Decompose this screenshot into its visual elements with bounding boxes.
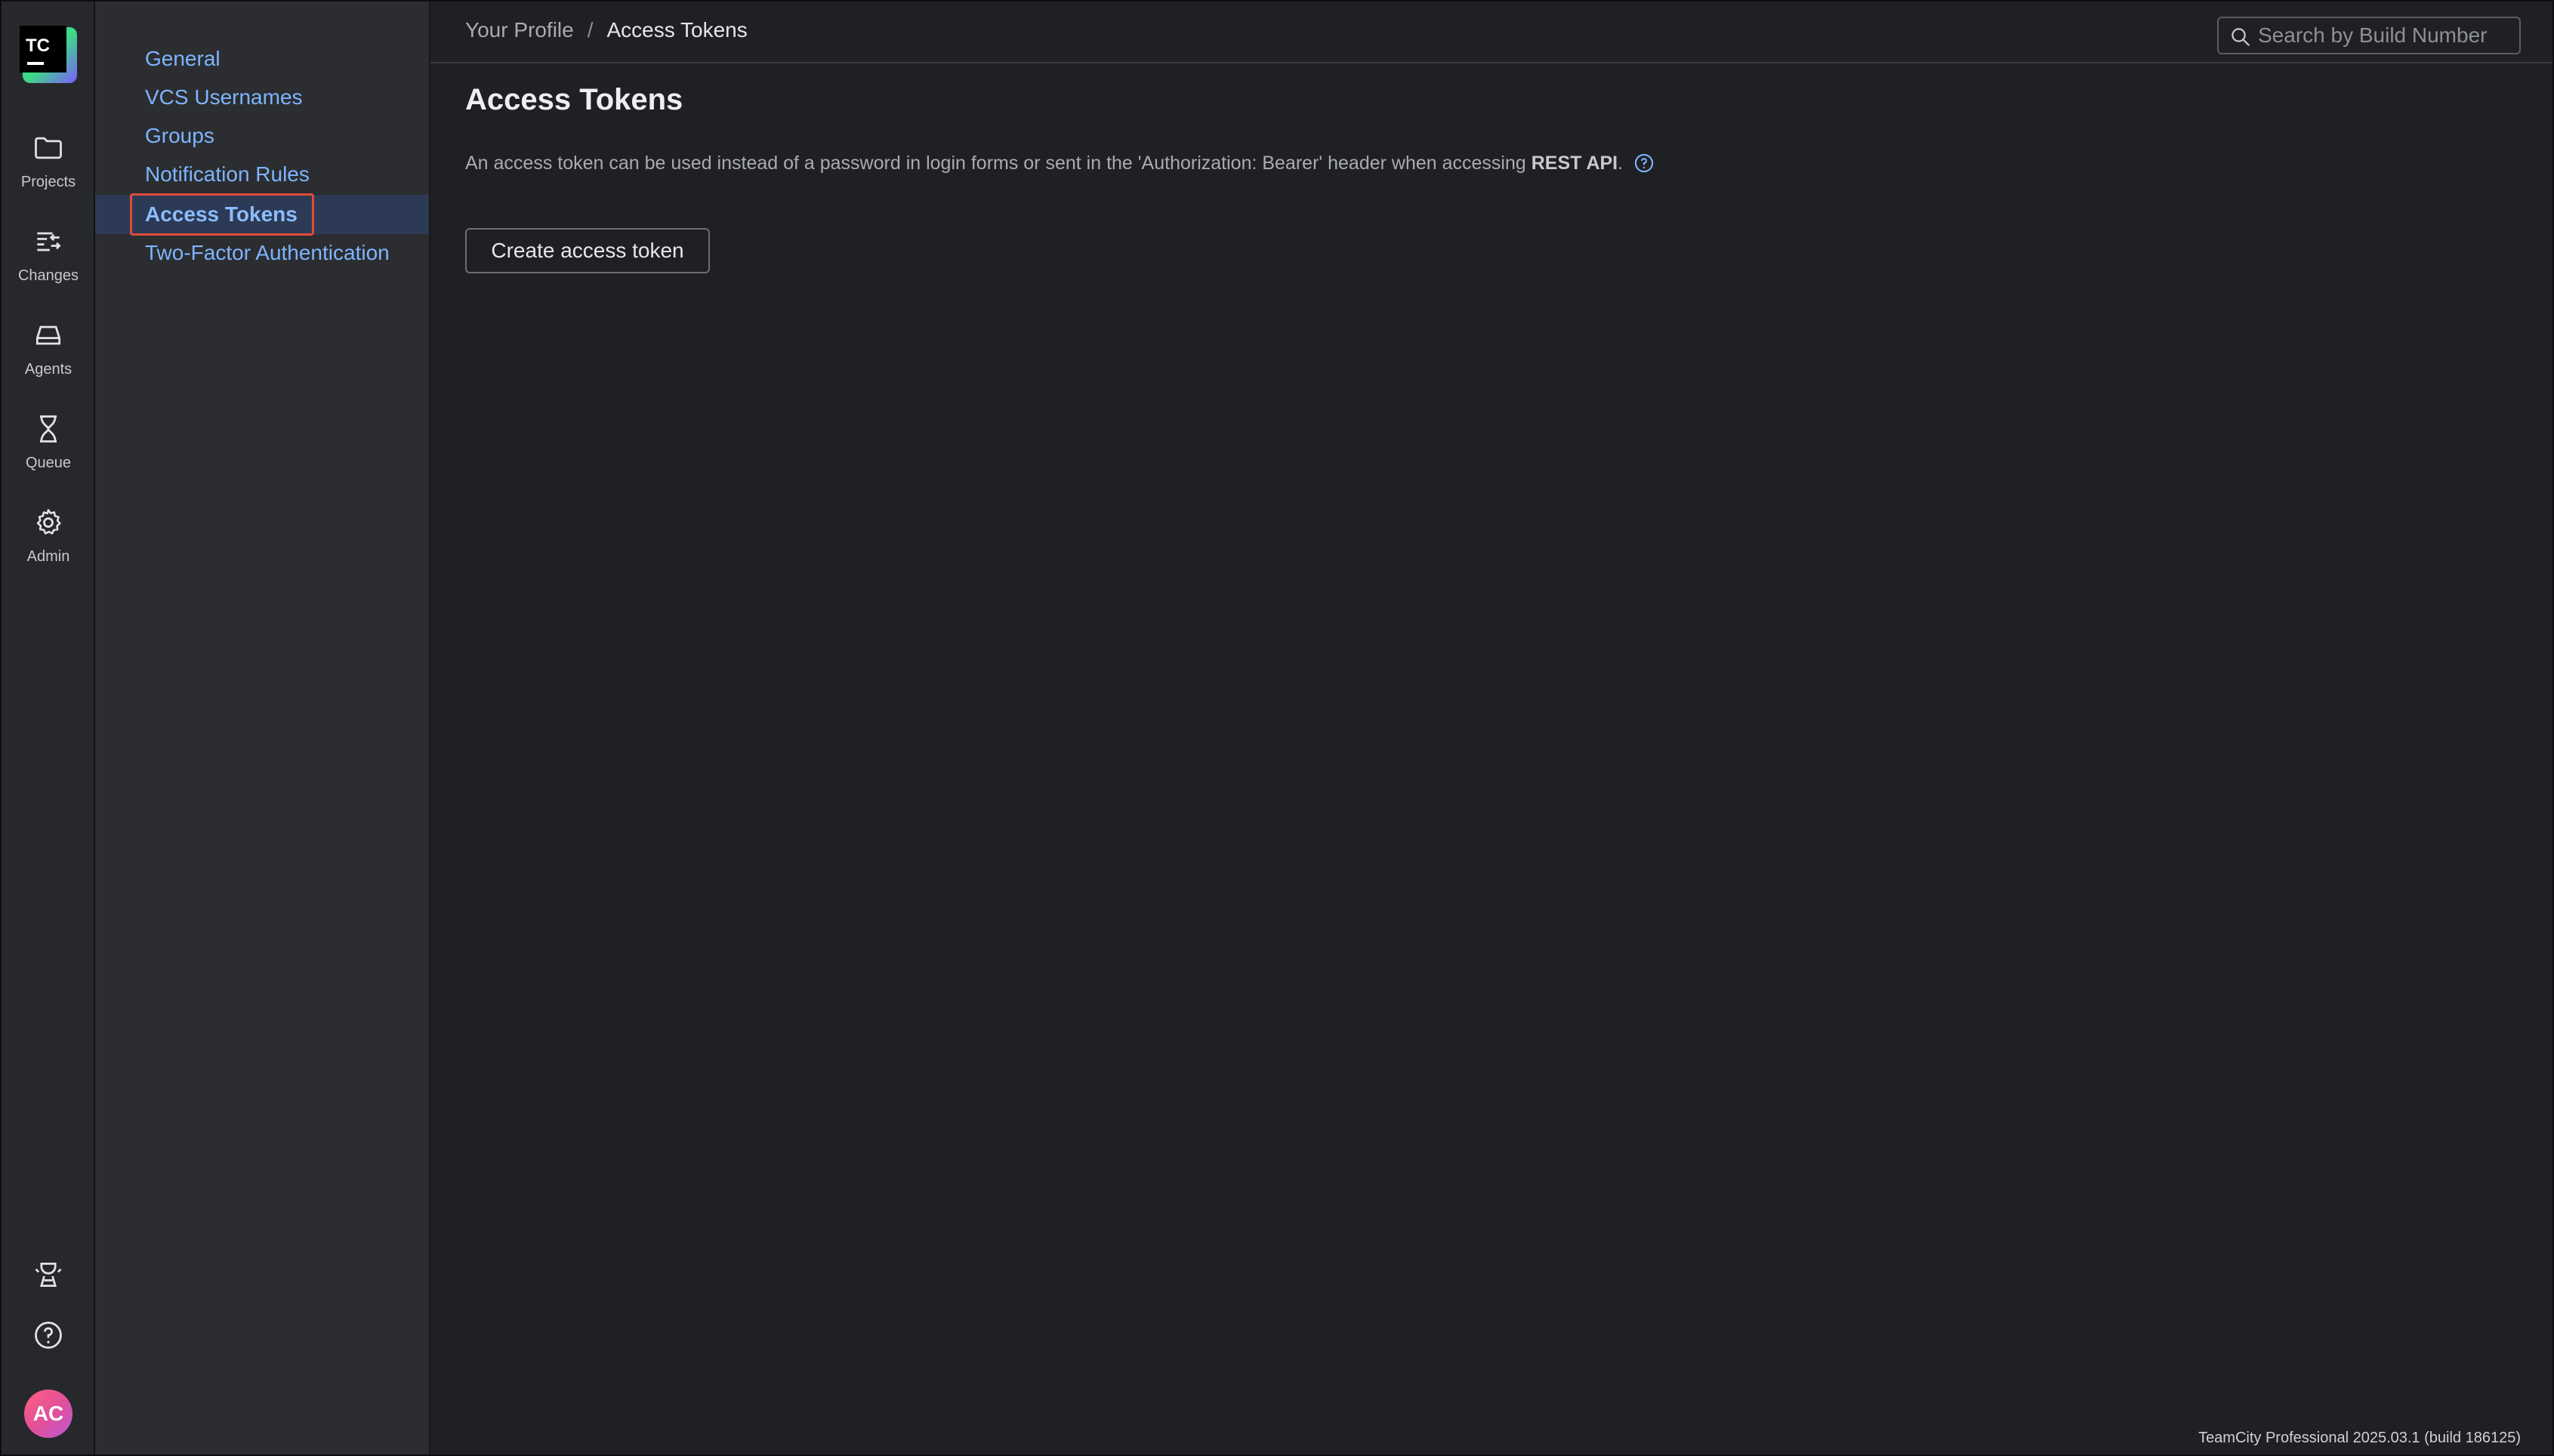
agent-icon [35, 325, 61, 345]
description-suffix: . [1618, 153, 1624, 174]
breadcrumb-your-profile[interactable]: Your Profile [465, 18, 574, 42]
nav-queue-label: Queue [25, 455, 72, 471]
nav-changes[interactable]: Changes [2, 219, 95, 302]
sidebar-item-vcs-usernames[interactable]: VCS Usernames [95, 78, 429, 117]
nav-changes-label: Changes [17, 267, 79, 284]
breadcrumb: Your Profile / Access Tokens [465, 18, 748, 42]
version-footer: TeamCity Professional 2025.03.1 (build 1… [2198, 1430, 2521, 1446]
page-title: Access Tokens [465, 83, 683, 116]
trophy-icon[interactable] [32, 1258, 65, 1291]
page-description: An access token can be used instead of a… [465, 148, 1673, 178]
sidebar-item-label: General [145, 47, 221, 70]
sidebar-item-two-factor-authentication[interactable]: Two-Factor Authentication [95, 233, 429, 273]
nav-projects[interactable]: Projects [2, 125, 95, 208]
help-circle-icon[interactable] [32, 1319, 65, 1352]
main-content: Access Tokens An access token can be use… [465, 83, 1654, 273]
breadcrumb-separator: / [587, 18, 594, 42]
breadcrumb-current: Access Tokens [606, 18, 748, 42]
nav-agents[interactable]: Agents [2, 313, 95, 396]
hourglass-icon [40, 415, 57, 443]
nav-projects-label: Projects [20, 174, 76, 190]
gear-icon [36, 509, 61, 535]
profile-sidebar: General VCS Usernames Groups Notificatio… [95, 2, 430, 1454]
user-avatar[interactable]: AC [24, 1390, 72, 1438]
description-text: An access token can be used instead of a… [465, 153, 1531, 174]
nav-admin-label: Admin [26, 548, 70, 565]
search-icon [2232, 28, 2250, 47]
help-icon[interactable] [1633, 153, 1655, 174]
selection-highlight [130, 193, 314, 236]
sidebar-item-label: Two-Factor Authentication [145, 241, 390, 264]
sidebar-item-label: Notification Rules [145, 162, 310, 186]
sidebar-item-notification-rules[interactable]: Notification Rules [95, 155, 429, 194]
svg-text:TC: TC [26, 35, 50, 56]
search-box [2217, 17, 2521, 54]
sidebar-item-groups[interactable]: Groups [95, 116, 429, 156]
sidebar-item-label: VCS Usernames [145, 85, 303, 109]
main-nav-rail: TC Projects Changes Agents Queue Admin A… [2, 2, 95, 1454]
teamcity-logo[interactable]: TC [18, 24, 80, 86]
top-header: Your Profile / Access Tokens [430, 2, 2552, 63]
folder-icon [35, 137, 62, 159]
description-rest-api: REST API [1531, 153, 1618, 174]
app-window: TC Projects Changes Agents Queue Admin A… [2, 2, 2552, 1454]
sidebar-item-general[interactable]: General [95, 39, 429, 79]
create-access-token-button[interactable]: Create access token [465, 228, 710, 273]
nav-agents-label: Agents [24, 361, 72, 378]
changes-icon [37, 232, 61, 251]
sidebar-item-label: Groups [145, 124, 214, 147]
nav-queue[interactable]: Queue [2, 406, 95, 489]
sidebar-item-access-tokens[interactable]: Access Tokens [95, 193, 429, 236]
search-input[interactable] [2258, 23, 2519, 48]
nav-admin[interactable]: Admin [2, 500, 95, 583]
